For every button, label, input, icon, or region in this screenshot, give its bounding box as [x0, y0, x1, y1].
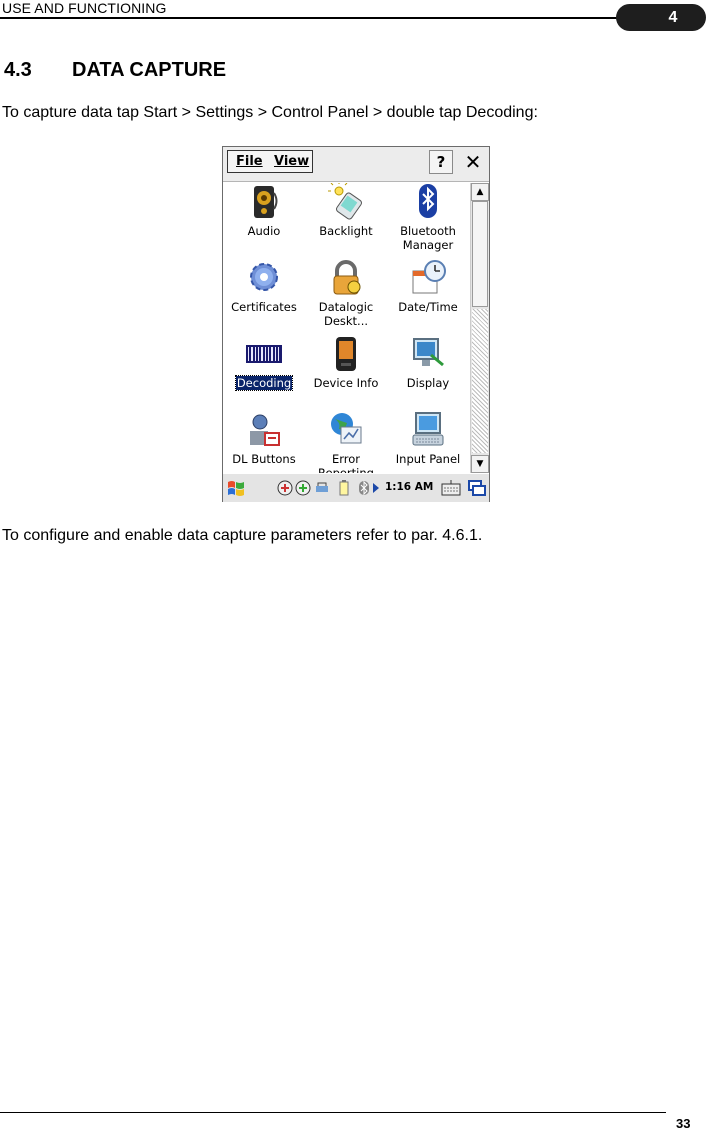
section-number: 4.3 [4, 59, 32, 81]
item-decoding[interactable]: Decoding [223, 335, 305, 411]
vertical-scrollbar[interactable]: ▲ ▼ [470, 183, 489, 473]
display-icon [413, 338, 444, 367]
chapter-number: 4 [668, 9, 678, 26]
keyboard-monitor-icon [412, 412, 444, 446]
help-button[interactable]: ? [429, 150, 453, 174]
network-icon[interactable] [314, 480, 330, 496]
item-bluetooth-manager[interactable]: Bluetooth Manager [387, 183, 469, 259]
dl-buttons-icon [250, 414, 280, 446]
sync-icon[interactable] [277, 480, 293, 496]
footer-rule [0, 1112, 666, 1113]
menu-box: File View [227, 150, 313, 173]
desktop-windows-icon[interactable] [467, 478, 487, 498]
control-panel-grid: Audio Backlight Bluetooth Manager Certif… [223, 183, 469, 473]
item-label: Device Info [313, 376, 379, 390]
header-rule [0, 17, 650, 19]
item-datalogic-desktop[interactable]: Datalogic Deskt... [305, 259, 387, 335]
battery-icon[interactable] [336, 480, 352, 496]
item-label: Bluetooth Manager [400, 224, 456, 252]
taskbar: 1:16 AM [223, 473, 489, 502]
barcode-icon [246, 345, 282, 363]
item-input-panel[interactable]: Input Panel [387, 411, 469, 473]
chapter-badge: 4 [616, 4, 706, 31]
item-audio[interactable]: Audio [223, 183, 305, 259]
item-label: Date/Time [398, 300, 458, 314]
speaker-icon [254, 186, 278, 218]
item-display[interactable]: Display [387, 335, 469, 411]
keyboard-icon[interactable] [441, 478, 461, 498]
tray-expand-icon[interactable] [371, 480, 381, 496]
item-label: Display [406, 376, 450, 390]
item-certificates[interactable]: Certificates [223, 259, 305, 335]
gear-certificates-icon [250, 263, 278, 291]
item-label: DL Buttons [232, 452, 296, 466]
scroll-track[interactable] [472, 309, 488, 453]
item-date-time[interactable]: Date/Time [387, 259, 469, 335]
clock[interactable]: 1:16 AM [385, 481, 433, 493]
menu-file[interactable]: File [236, 154, 263, 169]
item-label: Input Panel [395, 452, 461, 466]
item-dl-buttons[interactable]: DL Buttons [223, 411, 305, 473]
backlight-icon [328, 183, 363, 220]
start-flag-icon[interactable] [226, 478, 246, 498]
device-icon [336, 337, 356, 371]
item-label: Certificates [231, 300, 297, 314]
datalogic-desktop-icon [333, 260, 361, 295]
section-title: 4.3 DATA CAPTURE [4, 59, 226, 82]
selected-label: Decoding [234, 375, 294, 391]
item-label: Decoding [223, 375, 305, 391]
page-number: 33 [676, 1116, 691, 1131]
scroll-up-arrow-icon[interactable]: ▲ [471, 183, 489, 201]
control-panel-screenshot: File View ? ✕ Audio Backlight Bluetooth … [222, 146, 490, 502]
scroll-thumb[interactable] [472, 201, 488, 307]
menu-view[interactable]: View [274, 154, 309, 169]
outro-paragraph: To configure and enable data capture par… [2, 527, 483, 544]
bluetooth-icon [419, 184, 437, 218]
item-label: Error Reporting [318, 452, 374, 473]
close-button[interactable]: ✕ [461, 150, 485, 174]
bluetooth-tray-icon[interactable] [356, 480, 372, 496]
item-label: Backlight [319, 224, 373, 238]
intro-paragraph: To capture data tap Start > Settings > C… [2, 104, 538, 121]
running-header: USE AND FUNCTIONING [2, 0, 167, 16]
item-device-info[interactable]: Device Info [305, 335, 387, 411]
item-error-reporting[interactable]: Error Reporting [305, 411, 387, 473]
section-heading: DATA CAPTURE [72, 59, 227, 81]
sync-icon[interactable] [295, 480, 311, 496]
scroll-down-arrow-icon[interactable]: ▼ [471, 455, 489, 473]
globe-icon [331, 413, 362, 444]
item-label: Datalogic Deskt... [318, 300, 374, 328]
calendar-clock-icon [412, 260, 446, 294]
item-backlight[interactable]: Backlight [305, 183, 387, 259]
menu-bar: File View ? ✕ [223, 147, 489, 182]
item-label: Audio [247, 224, 281, 238]
